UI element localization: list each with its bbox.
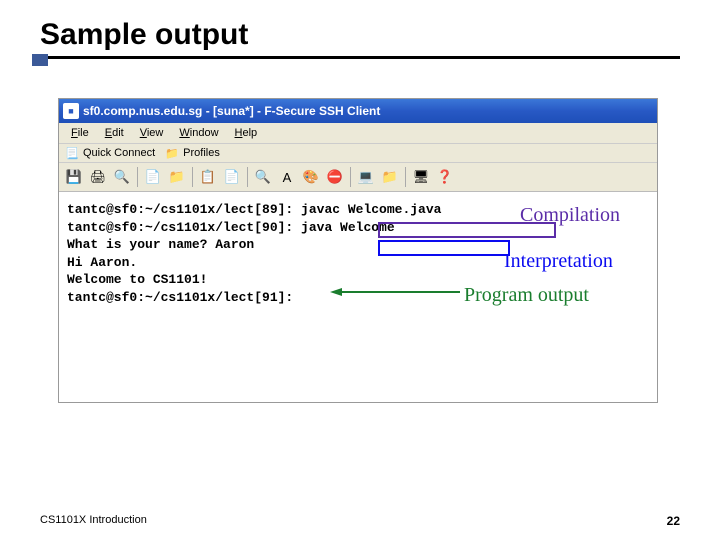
page-title: Sample output <box>0 0 720 56</box>
document-icon: 📃 <box>65 147 79 159</box>
interpretation-highlight-box <box>378 240 510 256</box>
font-icon: A <box>283 170 292 185</box>
open-button[interactable]: 📁 <box>166 166 188 188</box>
terminal-button[interactable]: 💻 <box>355 166 377 188</box>
menu-edit[interactable]: Edit <box>97 125 132 141</box>
separator <box>137 167 138 187</box>
colors-button[interactable]: 🎨 <box>300 166 322 188</box>
new-button[interactable]: 📄 <box>142 166 164 188</box>
settings-button[interactable]: 🖥 <box>410 166 432 188</box>
quick-connect-label: Quick Connect <box>83 147 155 159</box>
profiles-button[interactable]: 📁 Profiles <box>165 147 220 159</box>
open-icon: 📁 <box>169 169 185 185</box>
disconnect-button[interactable]: ⛔ <box>324 166 346 188</box>
print-icon: 🖨 <box>90 169 107 185</box>
help-button[interactable]: ❓ <box>434 166 456 188</box>
copy-button[interactable]: 📋 <box>197 166 219 188</box>
sftp-button[interactable]: 📁 <box>379 166 401 188</box>
print-button[interactable]: 🖨 <box>87 166 109 188</box>
disconnect-icon: ⛔ <box>327 169 343 185</box>
sftp-icon: 📁 <box>382 169 398 185</box>
annotation-compilation: Compilation <box>520 204 620 227</box>
preview-icon: 🔍 <box>114 169 130 185</box>
quickbar: 📃 Quick Connect 📁 Profiles <box>59 144 657 163</box>
footer-course: CS1101X Introduction <box>40 514 147 526</box>
font-button[interactable]: A <box>276 166 298 188</box>
find-icon: 🔍 <box>255 169 271 185</box>
find-button[interactable]: 🔍 <box>252 166 274 188</box>
save-icon: 💾 <box>66 169 82 185</box>
menubar: File Edit View Window Help <box>59 123 657 144</box>
separator <box>405 167 406 187</box>
toolbar: 💾 🖨 🔍 📄 📁 📋 📄 🔍 A 🎨 ⛔ 💻 📁 🖥 ❓ <box>59 163 657 192</box>
program-output-arrow <box>330 287 460 297</box>
menu-view[interactable]: View <box>132 125 172 141</box>
annotation-interpretation: Interpretation <box>504 250 613 273</box>
colors-icon: 🎨 <box>303 169 319 185</box>
separator <box>247 167 248 187</box>
save-button[interactable]: 💾 <box>63 166 85 188</box>
profiles-label: Profiles <box>183 147 220 159</box>
menu-window[interactable]: Window <box>171 125 226 141</box>
settings-icon: 🖥 <box>413 169 430 185</box>
copy-icon: 📋 <box>200 169 216 185</box>
folder-icon: 📁 <box>165 147 179 159</box>
menu-file[interactable]: File <box>63 125 97 141</box>
separator <box>350 167 351 187</box>
app-icon: ■ <box>63 103 79 119</box>
paste-icon: 📄 <box>224 169 240 185</box>
title-underline <box>32 56 680 59</box>
quick-connect-button[interactable]: 📃 Quick Connect <box>65 147 155 159</box>
help-icon: ❓ <box>437 169 453 185</box>
slide-number: 22 <box>667 514 680 528</box>
title-accent <box>32 54 48 66</box>
separator <box>192 167 193 187</box>
titlebar[interactable]: ■ sf0.comp.nus.edu.sg - [suna*] - F-Secu… <box>59 99 657 123</box>
preview-button[interactable]: 🔍 <box>111 166 133 188</box>
menu-help[interactable]: Help <box>227 125 266 141</box>
new-icon: 📄 <box>145 169 161 185</box>
annotation-program-output: Program output <box>464 284 589 307</box>
terminal-icon: 💻 <box>358 169 374 185</box>
paste-button[interactable]: 📄 <box>221 166 243 188</box>
titlebar-text: sf0.comp.nus.edu.sg - [suna*] - F-Secure… <box>83 104 380 118</box>
